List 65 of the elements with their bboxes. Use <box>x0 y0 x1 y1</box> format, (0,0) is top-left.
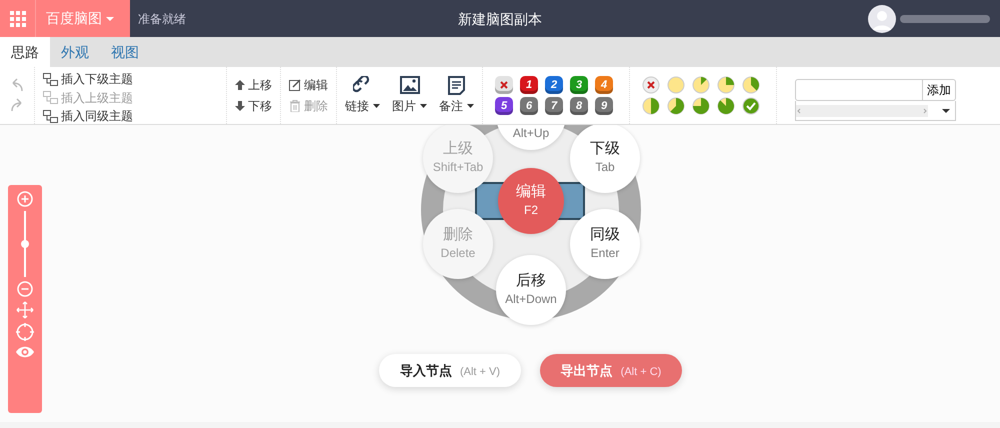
locate-button[interactable] <box>16 323 34 341</box>
import-nodes-button[interactable]: 导入节点 (Alt + V) <box>379 354 521 387</box>
progress-button[interactable] <box>692 76 710 94</box>
progress-button[interactable] <box>742 97 760 115</box>
topic-icon <box>43 91 58 104</box>
progress-button[interactable] <box>667 97 685 115</box>
tab[interactable]: 外观 <box>50 37 100 67</box>
topic-icon <box>43 72 58 86</box>
caret-icon <box>420 104 427 108</box>
tab[interactable]: 视图 <box>100 37 150 67</box>
document-title: 新建脑图副本 <box>458 11 542 27</box>
move-icon <box>16 301 34 319</box>
move-view-button[interactable] <box>16 301 34 319</box>
caret-icon <box>942 108 950 112</box>
progress-button[interactable] <box>642 76 660 94</box>
image-button[interactable]: 图片 <box>392 76 427 116</box>
insert-topic-button[interactable]: 插入同级主题 <box>43 107 133 124</box>
progress-button[interactable] <box>742 76 760 94</box>
export-nodes-button[interactable]: 导出节点 (Alt + C) <box>540 354 682 387</box>
priority-button[interactable]: 5 <box>495 97 513 115</box>
eye-icon <box>15 345 35 359</box>
priority-button[interactable]: 2 <box>545 76 563 94</box>
crosshair-icon <box>16 323 34 341</box>
progress-button[interactable] <box>642 97 660 115</box>
status-text: 准备就绪 <box>138 10 186 28</box>
topic-icon <box>43 110 58 123</box>
link-button[interactable]: 链接 <box>345 76 380 116</box>
resource-input[interactable] <box>795 79 923 101</box>
preview-button[interactable] <box>15 345 35 359</box>
avatar-icon <box>868 4 896 32</box>
tab[interactable]: 思路 <box>0 37 50 67</box>
caret-icon <box>373 104 380 108</box>
close-icon <box>500 80 508 89</box>
trash-icon <box>289 100 301 112</box>
add-button[interactable]: 添加 <box>923 79 956 101</box>
note-icon <box>446 76 466 96</box>
priority-button[interactable]: 1 <box>520 76 538 94</box>
insert-topic-button[interactable]: 插入下级主题 <box>43 70 133 89</box>
edit-button[interactable]: 编辑 <box>289 76 328 94</box>
progress-button[interactable] <box>717 97 735 115</box>
priority-button[interactable]: 3 <box>570 76 588 94</box>
pencil-icon <box>289 79 301 92</box>
note-button[interactable]: 备注 <box>439 76 474 116</box>
grid-icon <box>10 11 26 28</box>
slider-thumb[interactable] <box>21 240 29 248</box>
priority-button[interactable]: 9 <box>595 97 613 115</box>
clear-priority-button[interactable] <box>495 76 513 94</box>
move-button[interactable]: 上移 <box>235 76 272 94</box>
zoom-out-icon <box>17 281 33 297</box>
zoom-in-icon <box>17 191 33 207</box>
resource-list[interactable] <box>795 101 956 121</box>
priority-button[interactable]: 4 <box>595 76 613 94</box>
priority-button[interactable]: 6 <box>520 97 538 115</box>
zoom-in-button[interactable] <box>17 191 33 207</box>
move-button[interactable]: 下移 <box>235 96 272 116</box>
caret-icon <box>467 104 474 108</box>
progress-button[interactable] <box>692 97 710 115</box>
arrow-down-icon <box>235 100 245 111</box>
image-icon <box>400 76 420 96</box>
priority-button[interactable]: 8 <box>570 97 588 115</box>
priority-button[interactable]: 7 <box>545 97 563 115</box>
progress-button[interactable] <box>717 76 735 94</box>
zoom-out-button[interactable] <box>17 281 33 297</box>
arrow-up-icon <box>235 80 245 90</box>
caret-icon <box>106 16 114 20</box>
